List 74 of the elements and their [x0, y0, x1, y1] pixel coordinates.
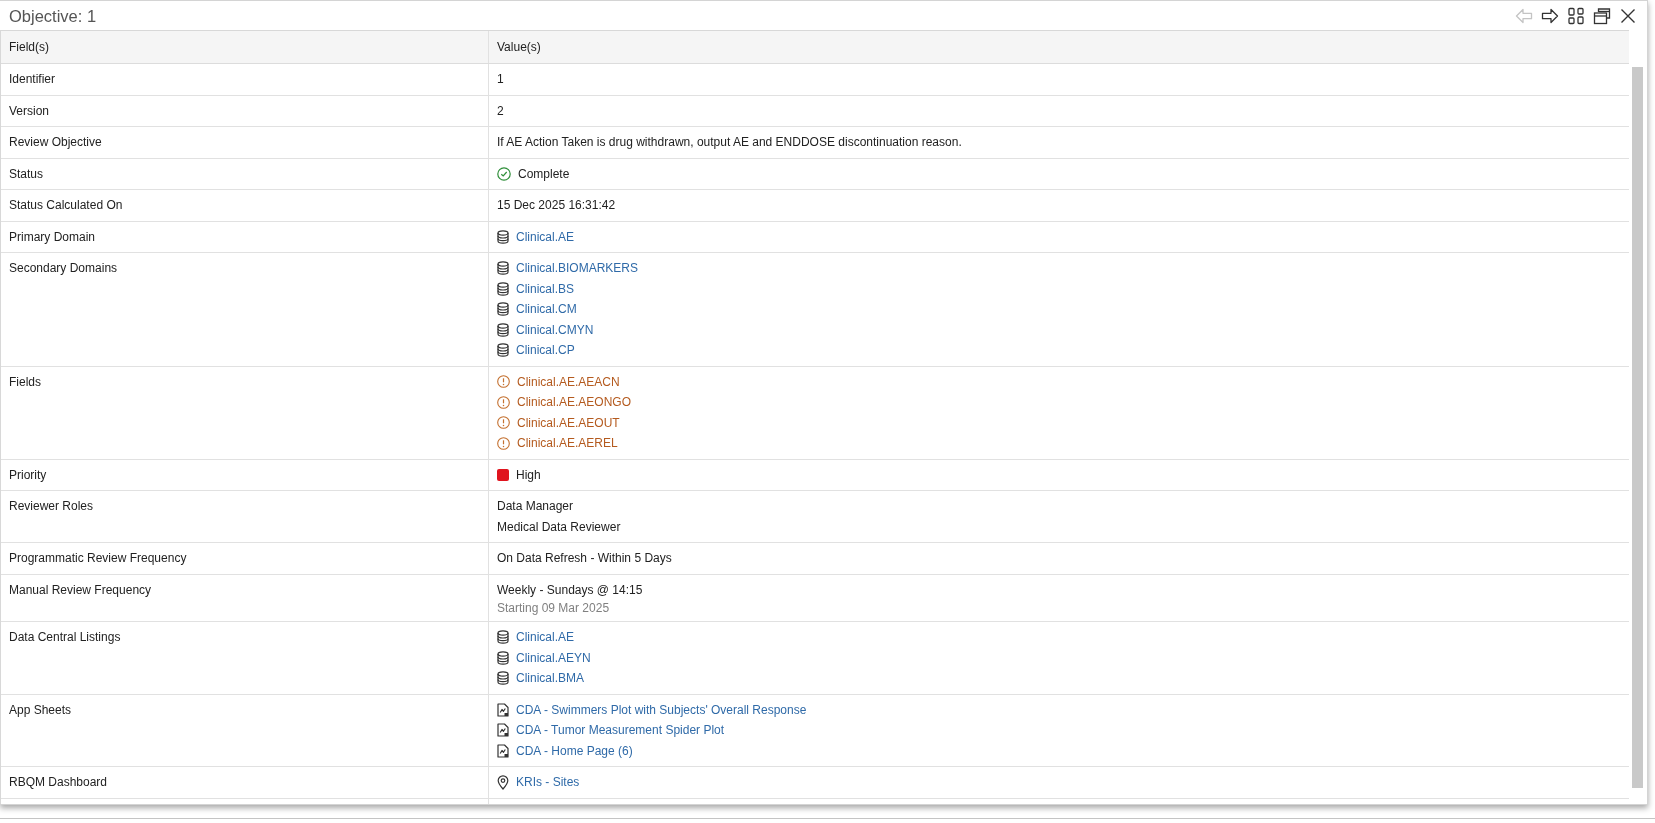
field-label: App Sheets: [9, 702, 72, 717]
layout-button[interactable]: [1567, 6, 1585, 25]
field-label: Identifier: [9, 72, 56, 86]
alert-circle-icon: [497, 375, 510, 389]
field-label: Primary Domain: [9, 229, 95, 244]
field-label: Data Central Listings: [9, 630, 121, 644]
alert-circle-icon: [497, 416, 510, 430]
dataset-link[interactable]: Clinical.CMYN: [516, 319, 594, 340]
field-label: Reviewer Roles: [9, 499, 94, 513]
dashboard-link[interactable]: KRIs - Sites: [516, 772, 580, 793]
dataset-link[interactable]: Clinical.AEYN: [516, 647, 591, 668]
value-text: If AE Action Taken is drug withdrawn, output AE and ENDDOSE discontinuation reason.: [497, 134, 962, 152]
dataset-link[interactable]: Clinical.BMA: [516, 668, 584, 689]
windows-icon: [1593, 6, 1611, 25]
document-icon: [497, 723, 509, 738]
start-date-text: Starting 09 Mar 2025: [497, 600, 610, 617]
database-icon: [497, 302, 509, 317]
dataset-link[interactable]: Clinical.CP: [516, 340, 575, 361]
value-text: Weekly - Sundays @ 14:15: [497, 581, 643, 599]
database-icon: [497, 650, 509, 665]
dataset-link[interactable]: Clinical.CM: [516, 299, 577, 320]
restore-button[interactable]: [1593, 6, 1611, 25]
dataset-link[interactable]: Clinical.AE: [516, 226, 575, 247]
database-icon: [497, 630, 509, 645]
field-link[interactable]: Clinical.AE.AEOUT: [517, 412, 620, 433]
database-icon: [497, 281, 509, 296]
field-label: RBQM Dashboard: [9, 775, 108, 789]
field-label: Status Calculated On: [9, 198, 123, 212]
column-header: Value(s): [496, 39, 542, 56]
value-text: 2: [497, 102, 504, 120]
status-text: Complete: [518, 165, 570, 183]
check-circle-icon: [497, 166, 511, 181]
field-label: Fields: [9, 374, 41, 389]
database-icon: [497, 229, 509, 244]
field-label: Priority: [9, 467, 47, 482]
value-text: Medical Data Reviewer: [497, 518, 621, 536]
close-icon: [1619, 6, 1637, 25]
database-icon: [497, 322, 509, 337]
database-icon: [497, 261, 509, 276]
arrow-left-icon: [1515, 6, 1533, 25]
app-sheet-link[interactable]: CDA - Tumor Measurement Spider Plot: [516, 720, 725, 741]
field-label: Programmatic Review Frequency: [9, 551, 187, 565]
document-icon: [497, 702, 509, 717]
value-text: 1: [497, 71, 504, 89]
value-text: Data Manager: [497, 498, 574, 516]
field-link[interactable]: Clinical.AE.AEACN: [517, 371, 620, 392]
scrollbar-thumb[interactable]: [1632, 67, 1643, 788]
window-title: Objective: 1: [9, 5, 97, 26]
field-link[interactable]: Clinical.AE.AEONGO: [517, 392, 632, 413]
close-button[interactable]: [1619, 6, 1637, 25]
field-link[interactable]: Clinical.AE.AEREL: [517, 433, 618, 454]
field-label: Manual Review Frequency: [9, 582, 152, 597]
field-label: Review Objective: [9, 135, 102, 149]
database-icon: [497, 343, 509, 358]
database-icon: [497, 671, 509, 686]
alert-circle-icon: [497, 436, 510, 450]
document-icon: [497, 743, 509, 758]
forward-button[interactable]: [1541, 6, 1559, 25]
value-text: On Data Refresh - Within 5 Days: [497, 550, 672, 568]
dataset-link[interactable]: Clinical.AE: [516, 627, 575, 648]
map-pin-icon: [497, 774, 509, 790]
field-label: Version: [9, 103, 50, 118]
app-sheet-link[interactable]: CDA - Home Page (6): [516, 740, 633, 761]
priority-text: High: [516, 466, 541, 484]
column-header: Field(s): [1, 31, 489, 63]
grid-icon: [1567, 6, 1585, 25]
arrow-right-icon: [1541, 6, 1559, 25]
value-text: 15 Dec 2025 16:31:42: [497, 197, 616, 215]
field-label: Status: [9, 166, 44, 181]
field-label: Secondary Domains: [9, 261, 118, 275]
dataset-link[interactable]: Clinical.BS: [516, 278, 575, 299]
app-sheet-link[interactable]: CDA - Swimmers Plot with Subjects' Overall Response: [516, 699, 807, 720]
dataset-link[interactable]: Clinical.BIOMARKERS: [516, 258, 639, 279]
alert-circle-icon: [497, 395, 510, 409]
